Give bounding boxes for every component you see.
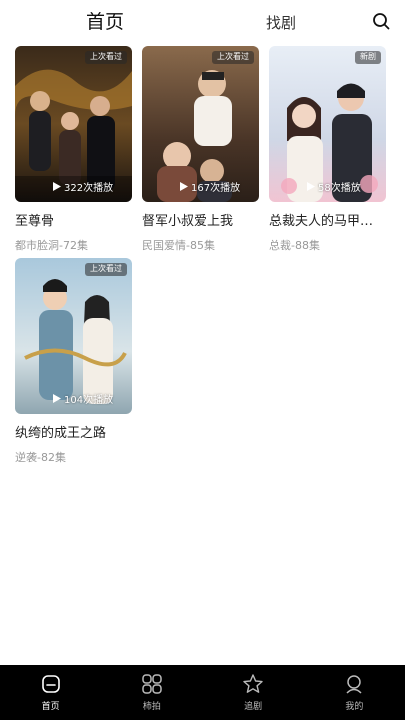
- drama-card[interactable]: 上次看过 104次播放 纨绔的成王之路 逆袭-82集: [15, 258, 132, 465]
- last-watched-badge: 上次看过: [212, 51, 254, 64]
- drama-poster[interactable]: 上次看过 104次播放: [15, 258, 132, 414]
- play-count-text: 322次播放: [64, 183, 114, 194]
- profile-icon: [346, 675, 362, 694]
- play-count-text: 104次播放: [64, 395, 114, 406]
- nav-pai[interactable]: 柿拍: [101, 665, 202, 720]
- tab-home[interactable]: 首页: [86, 7, 124, 34]
- drama-poster[interactable]: 上次看过 167次播放: [142, 46, 259, 202]
- top-bar: 首页 找剧: [0, 0, 405, 42]
- nav-follow-label: 追剧: [244, 702, 263, 712]
- drama-meta: 民国爱情-85集: [142, 239, 215, 252]
- play-count: 104次播放: [53, 391, 113, 406]
- last-watched-badge: 上次看过: [85, 263, 127, 276]
- drama-title[interactable]: 纨绔的成王之路: [15, 422, 132, 441]
- play-count-text: 167次播放: [191, 183, 241, 194]
- new-drama-badge: 新剧: [355, 51, 381, 64]
- drama-title[interactable]: 督军小叔爱上我: [142, 210, 259, 229]
- drama-meta: 逆袭-82集: [15, 451, 66, 464]
- drama-poster[interactable]: 上次看过 322次播放: [15, 46, 132, 202]
- play-count: 167次播放: [180, 179, 240, 194]
- drama-title[interactable]: 总裁夫人的马甲…: [269, 210, 386, 229]
- play-count: 322次播放: [53, 179, 113, 194]
- drama-card[interactable]: 新剧 58次播放 总裁夫人的马甲… 总裁-88集: [269, 46, 386, 253]
- play-icon: [53, 182, 61, 191]
- nav-follow[interactable]: 追剧: [203, 665, 304, 720]
- nav-mine[interactable]: 我的: [304, 665, 405, 720]
- play-count: 58次播放: [307, 179, 361, 194]
- play-count-text: 58次播放: [318, 183, 361, 194]
- drama-meta: 总裁-88集: [269, 239, 320, 252]
- search-icon[interactable]: [372, 12, 390, 30]
- play-icon: [53, 394, 61, 403]
- home-icon: [41, 675, 60, 693]
- drama-poster[interactable]: 新剧 58次播放: [269, 46, 386, 202]
- play-icon: [307, 182, 315, 191]
- play-icon: [180, 182, 188, 191]
- nav-pai-label: 柿拍: [142, 702, 161, 712]
- tab-find[interactable]: 找剧: [266, 12, 296, 33]
- bottom-nav: 首页 柿拍 追剧 我的: [0, 665, 405, 720]
- last-watched-badge: 上次看过: [85, 51, 127, 64]
- star-icon: [243, 674, 263, 693]
- drama-meta: 都市脸洞-72集: [15, 239, 88, 252]
- drama-card[interactable]: 上次看过 167次播放 督军小叔爱上我 民国爱情-85集: [142, 46, 259, 253]
- nav-home-label: 首页: [41, 702, 60, 712]
- grid-icon: [142, 674, 162, 694]
- nav-home[interactable]: 首页: [0, 665, 101, 720]
- drama-card[interactable]: 上次看过 322次播放 至尊骨 都市脸洞-72集: [15, 46, 132, 253]
- nav-mine-label: 我的: [345, 702, 364, 712]
- drama-title[interactable]: 至尊骨: [15, 210, 132, 229]
